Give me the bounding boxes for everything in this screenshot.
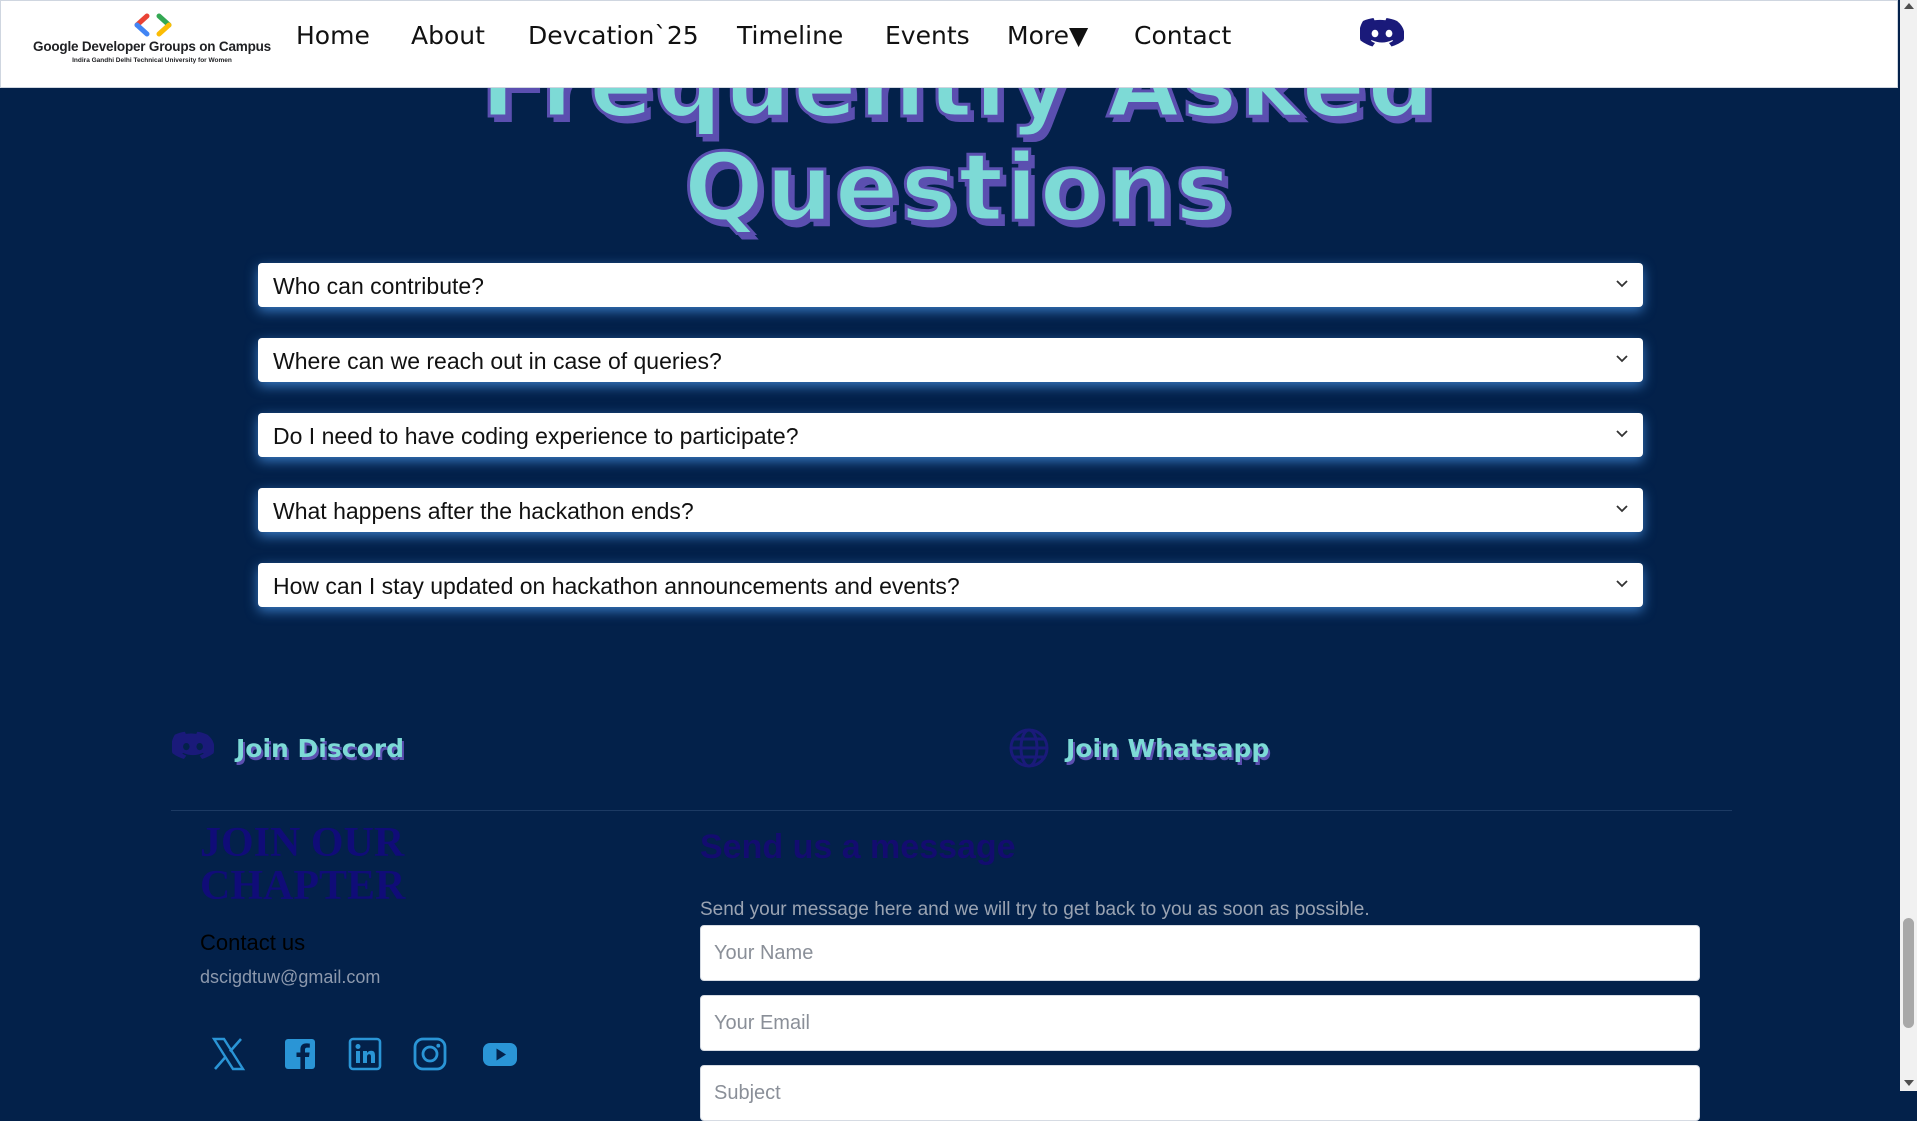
top-navbar: Google Developer Groups on Campus Indira… [0, 0, 1898, 88]
faq-item[interactable]: Where can we reach out in case of querie… [258, 338, 1643, 382]
faq-question: How can I stay updated on hackathon anno… [273, 573, 960, 599]
faq-title-line2: Questions [682, 134, 1234, 243]
faq-item[interactable]: How can I stay updated on hackathon anno… [258, 563, 1643, 607]
faq-question: Who can contribute? [273, 273, 484, 299]
logo-subtitle: Indira Gandhi Delhi Technical University… [72, 57, 232, 64]
scroll-thumb[interactable] [1903, 918, 1914, 1028]
chevron-down-icon [1616, 580, 1628, 588]
chapter-title: JOIN OUR CHAPTER [200, 820, 406, 909]
faq-item[interactable]: What happens after the hackathon ends? [258, 488, 1643, 532]
join-whatsapp-label: Join Whatsapp [1066, 734, 1270, 763]
contact-label: Contact us [200, 930, 306, 955]
gdg-brackets-icon [134, 13, 172, 37]
email-field[interactable] [700, 995, 1700, 1051]
message-form-title: Send us a message [700, 828, 1016, 866]
contact-email[interactable]: dscigdtuw@gmail.com [200, 967, 380, 988]
nav-timeline[interactable]: Timeline [737, 21, 843, 50]
nav-contact[interactable]: Contact [1134, 21, 1231, 50]
discord-icon[interactable] [1360, 18, 1404, 52]
footer-divider [171, 810, 1732, 811]
chevron-down-icon [1616, 430, 1628, 438]
name-field[interactable] [700, 925, 1700, 981]
x-icon[interactable] [210, 1036, 246, 1072]
nav-about[interactable]: About [411, 21, 485, 50]
chevron-down-icon [1616, 280, 1628, 288]
scroll-up-arrow-icon[interactable] [1904, 3, 1914, 9]
subject-field[interactable] [700, 1065, 1700, 1121]
facebook-icon[interactable] [282, 1036, 318, 1072]
nav-more-dropdown[interactable]: More▼ [1007, 21, 1088, 50]
scroll-down-arrow-icon[interactable] [1904, 1080, 1914, 1086]
chevron-down-icon [1616, 355, 1628, 363]
instagram-icon[interactable] [412, 1036, 448, 1072]
logo-title: Google Developer Groups on Campus [33, 39, 271, 54]
discord-icon [172, 731, 214, 759]
nav-devcation[interactable]: Devcation`25 [528, 21, 699, 50]
faq-question: What happens after the hackathon ends? [273, 498, 694, 524]
linkedin-icon[interactable] [347, 1036, 383, 1072]
faq-item[interactable]: Who can contribute? [258, 263, 1643, 307]
gdg-logo[interactable]: Google Developer Groups on Campus Indira… [27, 9, 277, 73]
faq-question: Do I need to have coding experience to p… [273, 423, 799, 449]
faq-item[interactable]: Do I need to have coding experience to p… [258, 413, 1643, 457]
youtube-icon[interactable] [481, 1036, 519, 1072]
page-scrollbar[interactable] [1900, 0, 1917, 1091]
globe-icon [1009, 728, 1049, 768]
chevron-down-icon [1616, 505, 1628, 513]
nav-events[interactable]: Events [885, 21, 970, 50]
join-discord-label: Join Discord [236, 734, 404, 763]
faq-question: Where can we reach out in case of querie… [273, 348, 722, 374]
message-form-description: Send your message here and we will try t… [700, 899, 1370, 920]
nav-home[interactable]: Home [296, 21, 370, 50]
